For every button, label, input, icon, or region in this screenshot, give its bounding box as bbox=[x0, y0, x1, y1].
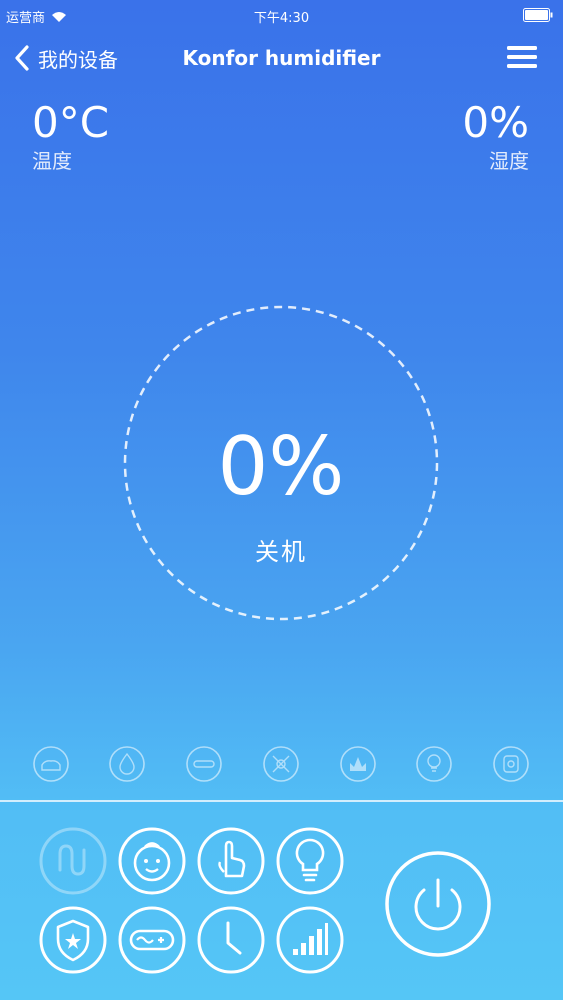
capsule-icon[interactable] bbox=[117, 905, 187, 975]
light-icon[interactable] bbox=[275, 826, 345, 896]
minus-icon[interactable] bbox=[185, 745, 223, 783]
temperature-label: 温度 bbox=[32, 149, 72, 173]
sleep-icon[interactable] bbox=[32, 745, 70, 783]
level-icon[interactable] bbox=[275, 905, 345, 975]
power-button[interactable] bbox=[384, 850, 492, 958]
status-time: 下午4:30 bbox=[253, 11, 310, 26]
power-icon bbox=[414, 878, 462, 931]
shield-icon[interactable] bbox=[38, 905, 108, 975]
fan-icon[interactable] bbox=[262, 745, 300, 783]
water-drop-icon[interactable] bbox=[108, 745, 146, 783]
plant-icon[interactable] bbox=[339, 745, 377, 783]
humidity-dial[interactable]: 0% 关机 bbox=[122, 304, 440, 622]
nav-bar: 我的设备 Konfor humidifier bbox=[0, 38, 563, 78]
page-title: Konfor humidifier bbox=[182, 46, 381, 70]
baby-icon[interactable] bbox=[117, 826, 187, 896]
menu-icon[interactable] bbox=[507, 44, 537, 70]
bulb-small-icon[interactable] bbox=[415, 745, 453, 783]
temperature-readout: 0°C 温度 bbox=[32, 98, 109, 174]
manual-icon[interactable] bbox=[196, 826, 266, 896]
status-bar: 运营商 下午4:30 bbox=[0, 0, 563, 30]
battery-icon bbox=[523, 8, 553, 22]
dial-value: 0% bbox=[217, 420, 345, 513]
dial-status: 关机 bbox=[255, 538, 307, 566]
temperature-value: 0°C bbox=[32, 98, 110, 147]
clock-icon[interactable] bbox=[196, 905, 266, 975]
panel-divider bbox=[0, 800, 563, 802]
humidity-label: 湿度 bbox=[489, 149, 529, 173]
humidity-readout: 0% 湿度 bbox=[462, 98, 529, 174]
intelligent-icon[interactable] bbox=[38, 826, 108, 896]
timer-small-icon[interactable] bbox=[492, 745, 530, 783]
mode-row bbox=[0, 745, 563, 789]
humidity-value: 0% bbox=[462, 98, 529, 147]
